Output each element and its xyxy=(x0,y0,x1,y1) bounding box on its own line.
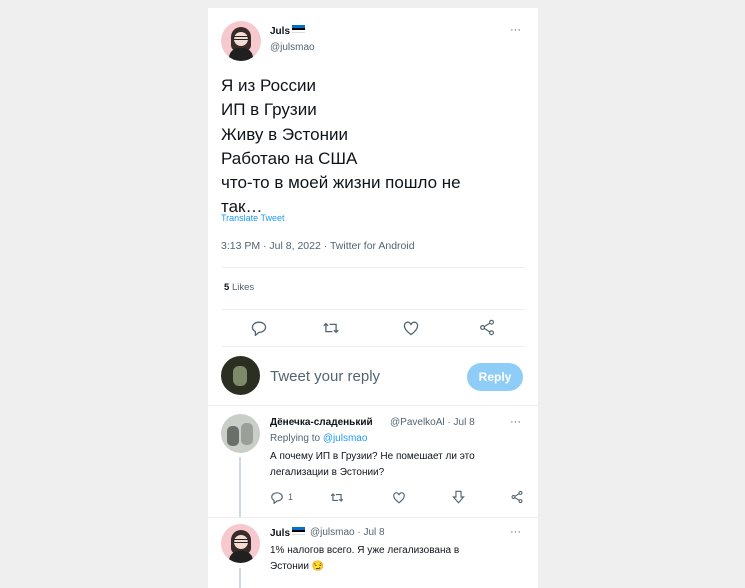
reply-body: 1% налогов всего. Я уже легализована в Э… xyxy=(270,543,520,575)
retweet-icon[interactable] xyxy=(322,320,340,336)
tweet-line: Я из России xyxy=(221,76,317,95)
reply-author-name-text: Juls xyxy=(270,528,291,539)
tweet-line: ИП в Грузии xyxy=(221,100,317,120)
reply-input[interactable]: Tweet your reply xyxy=(270,368,380,385)
share-icon[interactable] xyxy=(510,490,524,504)
reply-author-avatar[interactable] xyxy=(221,524,260,563)
tweet-line: Живу в Эстонии xyxy=(221,124,348,144)
reply-icon[interactable] xyxy=(250,320,268,336)
replying-to-handle[interactable]: @julsmao xyxy=(323,433,368,444)
replying-to: Replying to @julsmao xyxy=(270,433,367,444)
divider xyxy=(208,517,538,518)
author-handle[interactable]: @julsmao xyxy=(270,42,315,53)
reply-date: · Jul 8 xyxy=(357,527,385,538)
divider xyxy=(221,267,525,268)
reply-handle[interactable]: @julsmao xyxy=(310,527,355,538)
likes-count[interactable]: 5 Likes xyxy=(224,282,254,293)
author-name[interactable]: Juls xyxy=(270,25,306,37)
estonia-flag-icon xyxy=(292,25,306,33)
author-avatar[interactable] xyxy=(221,21,261,61)
divider xyxy=(221,346,525,347)
reply-handle[interactable]: @PavelkoAl xyxy=(390,417,445,428)
estonia-flag-icon xyxy=(292,527,306,535)
reply-count: 1 xyxy=(288,492,294,502)
tweet-timestamp[interactable]: 3:13 PM · Jul 8, 2022 · Twitter for Andr… xyxy=(221,240,415,252)
reply-line: Эстонии 😏 xyxy=(270,561,325,572)
more-options-icon[interactable]: ··· xyxy=(510,416,521,428)
likes-number: 5 xyxy=(224,282,230,293)
downvote-icon[interactable] xyxy=(452,490,465,504)
reply-author-handle: @PavelkoAl · Jul 8 xyxy=(390,417,475,428)
thread-line xyxy=(239,457,241,517)
reply-line: легализации в Эстонии? xyxy=(270,467,385,478)
replying-to-prefix: Replying to xyxy=(270,433,321,444)
tweet-line: Работаю на США xyxy=(221,148,358,168)
reply-body: А почему ИП в Грузии? Не помешает ли это… xyxy=(270,449,520,481)
retweet-icon[interactable] xyxy=(330,491,344,504)
divider xyxy=(208,405,538,406)
reply-author-avatar[interactable] xyxy=(221,414,260,453)
like-icon[interactable] xyxy=(402,320,420,336)
author-name-text: Juls xyxy=(270,26,291,37)
tweet-body: Я из России ИП в Грузии Живу в Эстонии Р… xyxy=(221,74,511,220)
reply-line: 1% налогов всего. Я уже легализована в xyxy=(270,545,460,556)
thread-line xyxy=(239,568,241,588)
reply-icon[interactable] xyxy=(270,491,284,504)
reply-author-name[interactable]: Juls xyxy=(270,527,306,539)
translate-tweet-link[interactable]: Translate Tweet xyxy=(221,213,285,223)
more-options-icon[interactable]: ··· xyxy=(510,24,521,36)
reply-button[interactable]: Reply xyxy=(467,363,523,391)
like-icon[interactable] xyxy=(392,491,406,504)
reply-author-name[interactable]: Дёнечка-сладенький xyxy=(270,417,373,428)
reply-author-handle: @julsmao · Jul 8 xyxy=(310,527,385,538)
tweet-card: Juls @julsmao ··· Я из России ИП в Грузи… xyxy=(208,8,538,588)
current-user-avatar xyxy=(221,356,260,395)
reply-date: · Jul 8 xyxy=(447,417,475,428)
divider xyxy=(221,309,525,310)
likes-label: Likes xyxy=(231,282,255,293)
reply-line: А почему ИП в Грузии? Не помешает ли это xyxy=(270,451,475,462)
share-icon[interactable] xyxy=(478,319,496,336)
more-options-icon[interactable]: ··· xyxy=(510,526,521,538)
tweet-line: что-то в моей жизни пошло не xyxy=(221,173,461,193)
